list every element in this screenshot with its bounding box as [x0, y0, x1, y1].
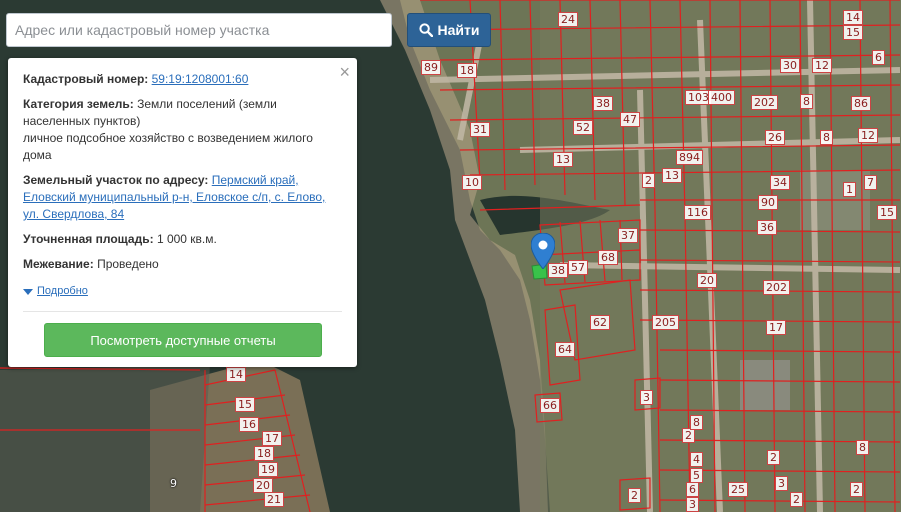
- panel-divider: [23, 311, 342, 312]
- plot-label: 66: [540, 398, 560, 413]
- land-category-label: Категория земель:: [23, 97, 134, 111]
- plot-label: 202: [763, 280, 790, 295]
- plot-label: 2: [790, 492, 803, 507]
- close-icon[interactable]: ×: [339, 62, 350, 82]
- plot-label: 18: [457, 63, 477, 78]
- plot-label: 31: [470, 122, 490, 137]
- details-toggle[interactable]: Подробно: [23, 283, 88, 300]
- plot-label: 47: [620, 112, 640, 127]
- plot-label: 89: [421, 60, 441, 75]
- plot-label: 34: [770, 175, 790, 190]
- plot-label: 18: [254, 446, 274, 461]
- plot-label: 19: [258, 462, 278, 477]
- address-row: Земельный участок по адресу: Пермский кр…: [23, 172, 342, 223]
- plot-label: 6: [872, 50, 885, 65]
- search-button-label: Найти: [437, 22, 480, 38]
- plot-label: 2: [628, 488, 641, 503]
- area-row: Уточненная площадь: 1 000 кв.м.: [23, 231, 342, 248]
- plot-label: 8: [690, 415, 703, 430]
- plot-label: 13: [553, 152, 573, 167]
- plot-label: 12: [858, 128, 878, 143]
- plot-label: 8: [856, 440, 869, 455]
- plot-label: 38: [593, 96, 613, 111]
- search-button[interactable]: Найти: [407, 13, 491, 47]
- plot-label: 24: [558, 12, 578, 27]
- plot-label: 64: [555, 342, 575, 357]
- plot-label: 2: [642, 173, 655, 188]
- plot-label: 62: [590, 315, 610, 330]
- plot-label: 37: [618, 228, 638, 243]
- survey-row: Межевание: Проведено: [23, 256, 342, 273]
- land-use-value: личное подсобное хозяйство с возведением…: [23, 131, 313, 162]
- address-label: Земельный участок по адресу:: [23, 173, 209, 187]
- plot-label: 1: [843, 182, 856, 197]
- plot-label: 86: [851, 96, 871, 111]
- view-reports-button[interactable]: Посмотреть доступные отчеты: [44, 323, 322, 357]
- search-icon: [418, 23, 433, 37]
- plot-label: 36: [757, 220, 777, 235]
- plot-label: 30: [780, 58, 800, 73]
- plot-label: 8: [820, 130, 833, 145]
- plot-label: 9: [170, 477, 177, 490]
- plot-label: 16: [239, 417, 259, 432]
- caret-down-icon: [23, 288, 33, 295]
- plot-label: 52: [573, 120, 593, 135]
- plot-label: 14: [843, 10, 863, 25]
- land-category-row: Категория земель: Земли поселений (земли…: [23, 96, 342, 164]
- cadastral-map[interactable]: 24 14 15 89 18 30 12 6 103 400 202 8 86 …: [0, 0, 901, 512]
- plot-label: 68: [598, 250, 618, 265]
- plot-label: 20: [253, 478, 273, 493]
- plot-label: 21: [264, 492, 284, 507]
- plot-label: 202: [751, 95, 778, 110]
- plot-label: 4: [690, 452, 703, 467]
- details-link[interactable]: Подробно: [37, 283, 88, 300]
- plot-label: 205: [652, 315, 679, 330]
- plot-label: 6: [686, 482, 699, 497]
- plot-label: 26: [765, 130, 785, 145]
- search-input[interactable]: [6, 13, 392, 47]
- survey-value: Проведено: [97, 257, 159, 271]
- plot-label: 3: [640, 390, 653, 405]
- parcel-info-panel: × Кадастровый номер: 59:19:1208001:60 Ка…: [8, 58, 357, 367]
- plot-label: 90: [758, 195, 778, 210]
- plot-label: 15: [843, 25, 863, 40]
- plot-label: 25: [728, 482, 748, 497]
- plot-label: 14: [226, 367, 246, 382]
- plot-label: 116: [684, 205, 711, 220]
- plot-label: 2: [850, 482, 863, 497]
- plot-label: 15: [877, 205, 897, 220]
- plot-label: 400: [708, 90, 735, 105]
- plot-label: 57: [568, 260, 588, 275]
- area-label: Уточненная площадь:: [23, 232, 154, 246]
- plot-label: 10: [462, 175, 482, 190]
- plot-label: 2: [767, 450, 780, 465]
- location-marker-icon[interactable]: [531, 233, 555, 269]
- cadastral-number-link[interactable]: 59:19:1208001:60: [152, 72, 249, 86]
- plot-label: 17: [766, 320, 786, 335]
- plot-label: 7: [864, 175, 877, 190]
- plot-label: 5: [690, 468, 703, 483]
- survey-label: Межевание:: [23, 257, 94, 271]
- plot-label: 13: [662, 168, 682, 183]
- cadastral-number-label: Кадастровый номер:: [23, 72, 149, 86]
- plot-label: 3: [775, 476, 788, 491]
- area-value: 1 000 кв.м.: [156, 232, 217, 246]
- cadastral-number-row: Кадастровый номер: 59:19:1208001:60: [23, 71, 342, 88]
- plot-label: 894: [676, 150, 703, 165]
- plot-label: 3: [686, 497, 699, 512]
- plot-label: 15: [235, 397, 255, 412]
- plot-label: 2: [682, 428, 695, 443]
- plot-label: 20: [697, 273, 717, 288]
- plot-label: 8: [800, 94, 813, 109]
- plot-label: 12: [812, 58, 832, 73]
- plot-label: 17: [262, 431, 282, 446]
